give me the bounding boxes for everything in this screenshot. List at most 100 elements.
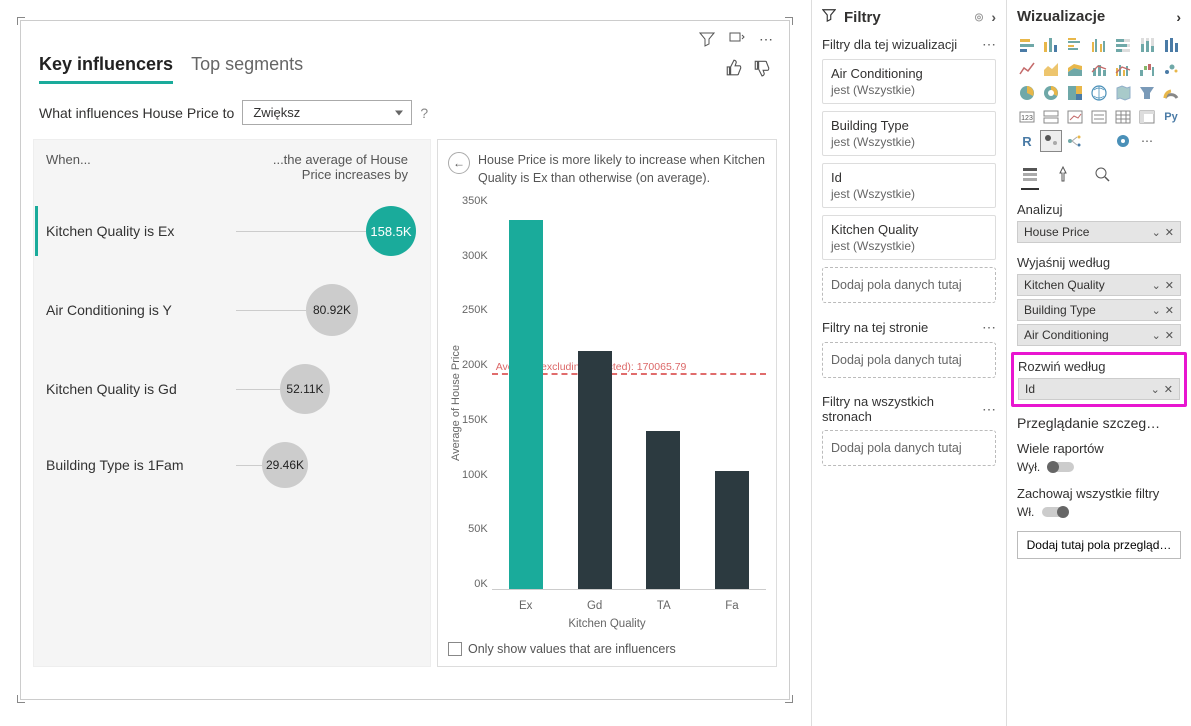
bar-plot xyxy=(492,195,766,590)
viz-qa-icon[interactable] xyxy=(1089,131,1109,151)
svg-text:123: 123 xyxy=(1021,115,1033,122)
field-pill-expand[interactable]: Id⌄✕ xyxy=(1018,378,1180,400)
x-axis-label: Kitchen Quality xyxy=(448,618,766,630)
viz-table-icon[interactable] xyxy=(1113,107,1133,127)
thumbs-up-icon[interactable] xyxy=(725,59,743,80)
viz-line-icon[interactable] xyxy=(1017,59,1037,79)
chevron-down-icon[interactable]: ⌄ xyxy=(1152,304,1161,317)
chevron-down-icon[interactable]: ⌄ xyxy=(1152,279,1161,292)
viz-treemap-icon[interactable] xyxy=(1065,83,1085,103)
field-pill-analyze[interactable]: House Price⌄✕ xyxy=(1017,221,1181,243)
influencer-item[interactable]: Air Conditioning is Y 80.92K xyxy=(46,284,424,336)
viz-matrix-icon[interactable] xyxy=(1137,107,1157,127)
viz-funnel-icon[interactable] xyxy=(1137,83,1157,103)
chart-back-button[interactable]: ← xyxy=(448,152,470,174)
viz-ribbon-icon[interactable] xyxy=(1161,35,1181,55)
filter-card[interactable]: Kitchen Qualityjest (Wszystkie) xyxy=(822,215,996,260)
viz-filled-map-icon[interactable] xyxy=(1113,83,1133,103)
add-drill-button[interactable]: Dodaj tutaj pola przegląd… xyxy=(1017,531,1181,559)
influencer-item[interactable]: Kitchen Quality is Gd 52.11K xyxy=(46,364,424,414)
focus-icon[interactable] xyxy=(729,31,745,50)
viz-clustered-col-icon[interactable] xyxy=(1089,35,1109,55)
bar-gd[interactable] xyxy=(578,351,612,589)
chevron-right-icon[interactable]: › xyxy=(1176,9,1181,25)
section-more-icon[interactable]: ⋯ xyxy=(982,36,996,53)
filters-title: Filtry xyxy=(844,9,881,26)
question-help[interactable]: ? xyxy=(420,105,428,121)
expand-by-highlight: Rozwiń według Id⌄✕ xyxy=(1011,352,1187,407)
field-pill-explain[interactable]: Building Type⌄✕ xyxy=(1017,299,1181,321)
viz-key-influencers-icon[interactable] xyxy=(1041,131,1061,151)
close-icon[interactable]: ✕ xyxy=(1165,279,1174,292)
eye-icon[interactable]: ◎ xyxy=(975,12,984,23)
filter-card[interactable]: Air Conditioningjest (Wszystkie) xyxy=(822,59,996,104)
filter-icon[interactable] xyxy=(699,31,715,50)
filters-visual-header: Filtry dla tej wizualizacji xyxy=(822,37,957,52)
field-pill-explain[interactable]: Air Conditioning⌄✕ xyxy=(1017,324,1181,346)
field-pill-explain[interactable]: Kitchen Quality⌄✕ xyxy=(1017,274,1181,296)
chevron-down-icon[interactable]: ⌄ xyxy=(1152,329,1161,342)
checkbox-icon[interactable] xyxy=(448,642,462,656)
chevron-right-icon[interactable]: › xyxy=(991,9,996,25)
bar-ex[interactable] xyxy=(509,220,543,589)
viz-donut-icon[interactable] xyxy=(1041,83,1061,103)
viz-area-icon[interactable] xyxy=(1041,59,1061,79)
tab-key-influencers[interactable]: Key influencers xyxy=(39,54,173,84)
more-icon[interactable]: ⋯ xyxy=(759,31,773,50)
close-icon[interactable]: ✕ xyxy=(1164,383,1173,396)
viz-r-icon[interactable]: R xyxy=(1017,131,1037,151)
filter-card[interactable]: Idjest (Wszystkie) xyxy=(822,163,996,208)
add-page-filter[interactable]: Dodaj pola danych tutaj xyxy=(822,342,996,378)
drill-heading: Przeglądanie szczeg… xyxy=(1017,415,1181,431)
cross-report-toggle[interactable] xyxy=(1048,462,1074,472)
viz-kpi-icon[interactable] xyxy=(1065,107,1085,127)
filters-page-header: Filtry na tej stronie xyxy=(822,320,928,335)
key-influencers-visual[interactable]: ⋯ Key influencers Top segments What infl… xyxy=(20,20,790,700)
viz-gauge-icon[interactable] xyxy=(1161,83,1181,103)
viz-more-icon[interactable]: ⋯ xyxy=(1137,131,1157,151)
keep-filters-toggle[interactable] xyxy=(1042,507,1068,517)
viz-python-icon[interactable]: Py xyxy=(1161,107,1181,127)
viz-combo1-icon[interactable] xyxy=(1089,59,1109,79)
viz-waterfall-icon[interactable] xyxy=(1137,59,1157,79)
viz-arcgis-icon[interactable] xyxy=(1113,131,1133,151)
viz-pie-icon[interactable] xyxy=(1017,83,1037,103)
viz-card-icon[interactable]: 123 xyxy=(1017,107,1037,127)
viz-combo2-icon[interactable] xyxy=(1113,59,1133,79)
viz-decomposition-icon[interactable] xyxy=(1065,131,1085,151)
analytics-subpanel-icon[interactable] xyxy=(1093,165,1111,190)
thumbs-down-icon[interactable] xyxy=(753,59,771,80)
x-axis-ticks: ExGdTAFa xyxy=(492,600,766,612)
influencer-item[interactable]: Kitchen Quality is Ex 158.5K xyxy=(35,206,424,256)
format-subpanel-icon[interactable] xyxy=(1057,165,1075,190)
influencer-item[interactable]: Building Type is 1Fam 29.46K xyxy=(46,442,424,488)
viz-slicer-icon[interactable] xyxy=(1089,107,1109,127)
section-more-icon[interactable]: ⋯ xyxy=(982,319,996,336)
bar-fa[interactable] xyxy=(715,471,749,589)
add-visual-filter[interactable]: Dodaj pola danych tutaj xyxy=(822,267,996,303)
fields-subpanel-icon[interactable] xyxy=(1021,165,1039,190)
bar-ta[interactable] xyxy=(646,431,680,589)
tab-top-segments[interactable]: Top segments xyxy=(191,54,303,84)
chevron-down-icon[interactable]: ⌄ xyxy=(1152,226,1161,239)
close-icon[interactable]: ✕ xyxy=(1165,226,1174,239)
direction-select[interactable]: Zwiększ xyxy=(242,100,412,125)
viz-multicard-icon[interactable] xyxy=(1041,107,1061,127)
chevron-down-icon[interactable]: ⌄ xyxy=(1151,383,1160,396)
viz-100-col-icon[interactable] xyxy=(1137,35,1157,55)
only-influencers-toggle[interactable]: Only show values that are influencers xyxy=(448,642,766,656)
close-icon[interactable]: ✕ xyxy=(1165,329,1174,342)
viz-stacked-bar-icon[interactable] xyxy=(1017,35,1037,55)
viz-stacked-col-icon[interactable] xyxy=(1041,35,1061,55)
viz-100-bar-icon[interactable] xyxy=(1113,35,1133,55)
y-axis-label: Average of House Price xyxy=(448,195,462,612)
viz-clustered-bar-icon[interactable] xyxy=(1065,35,1085,55)
section-more-icon[interactable]: ⋯ xyxy=(982,401,996,418)
close-icon[interactable]: ✕ xyxy=(1165,304,1174,317)
viz-scatter-icon[interactable] xyxy=(1161,59,1181,79)
effect-header: ...the average of House Price increases … xyxy=(256,152,424,182)
viz-stacked-area-icon[interactable] xyxy=(1065,59,1085,79)
filter-card[interactable]: Building Typejest (Wszystkie) xyxy=(822,111,996,156)
add-all-filter[interactable]: Dodaj pola danych tutaj xyxy=(822,430,996,466)
viz-map-icon[interactable] xyxy=(1089,83,1109,103)
